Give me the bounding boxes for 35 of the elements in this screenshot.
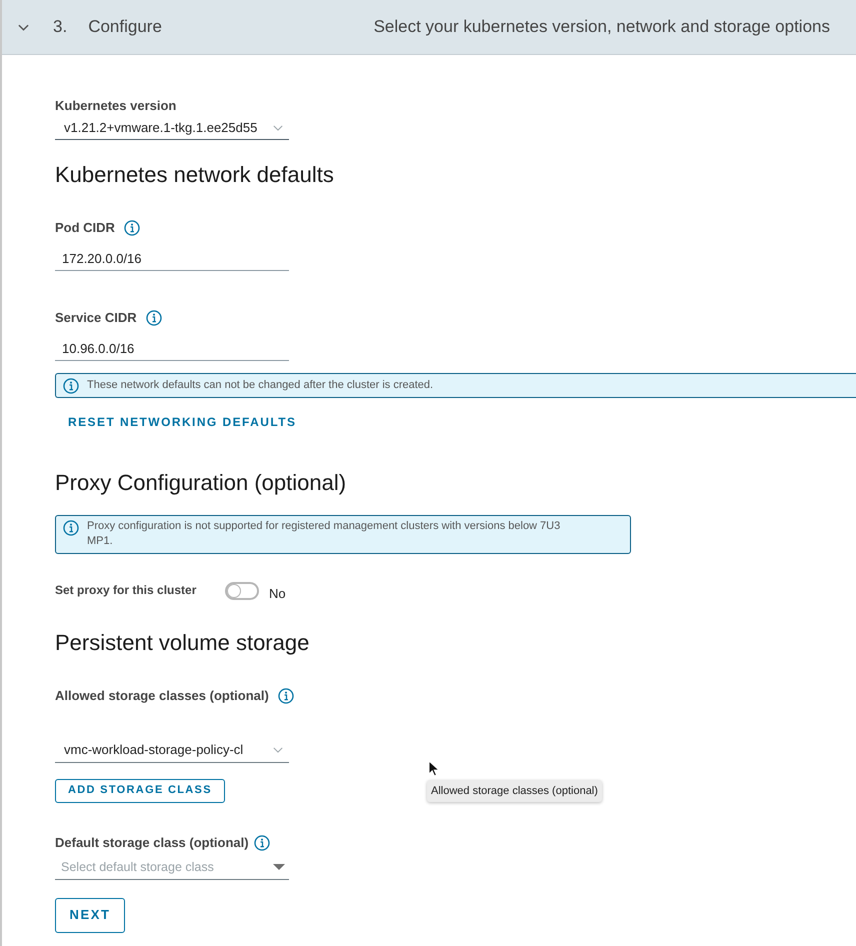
mouse-pointer-icon (428, 760, 440, 777)
alert-text: These network defaults can not be changed after the cluster is created. (87, 378, 434, 394)
reset-defaults-button[interactable]: RESET NETWORKING DEFAULTS (55, 404, 310, 440)
field-label: Allowed storage classes (optional) (55, 688, 269, 704)
storage-class-select[interactable]: vmc-workload-storage-policy-cl (55, 738, 289, 762)
toggle-label: Set proxy for this cluster (55, 582, 198, 598)
chevron-icon[interactable] (18, 24, 28, 30)
step-description: Select your kubernetes version, network and storage options (374, 16, 830, 38)
alert-text: Proxy configuration is not supported for registered management clusters with versions below 7U3 MP1. (87, 519, 562, 549)
add-storage-class-button[interactable]: ADD STORAGE CLASS (55, 778, 225, 802)
tooltip: Allowed storage classes (optional) (427, 780, 602, 802)
dropdown-triangle-icon (273, 864, 285, 870)
field-label: Pod CIDR (55, 220, 115, 236)
info-icon[interactable] (146, 310, 162, 326)
step-number: 3. (53, 16, 68, 38)
field-label: Kubernetes version (55, 98, 176, 114)
field-label: Default storage class (optional) (55, 834, 249, 850)
section-heading: Persistent volume storage (55, 628, 310, 656)
text-input[interactable]: 172.20.0.0/16 (55, 247, 289, 271)
info-icon[interactable] (278, 688, 294, 704)
info-icon[interactable] (254, 834, 270, 850)
step-title: Configure (88, 16, 162, 38)
proxy-toggle[interactable] (225, 582, 259, 600)
caret-icon (273, 124, 283, 130)
next-button[interactable]: NEXT (55, 898, 125, 932)
info-icon (63, 378, 79, 394)
text-input[interactable]: 10.96.0.0/16 (55, 337, 289, 361)
info-icon (63, 520, 79, 536)
caret-icon (273, 747, 283, 753)
version-select[interactable]: v1.21.2+vmware.1-tkg.1.ee25d55 (55, 116, 289, 140)
toggle-state-text: No (269, 585, 286, 603)
section-heading: Proxy Configuration (optional) (55, 469, 346, 496)
section-heading: Kubernetes network defaults (55, 161, 334, 188)
field-label: Service CIDR (55, 310, 137, 326)
info-icon[interactable] (124, 220, 140, 236)
